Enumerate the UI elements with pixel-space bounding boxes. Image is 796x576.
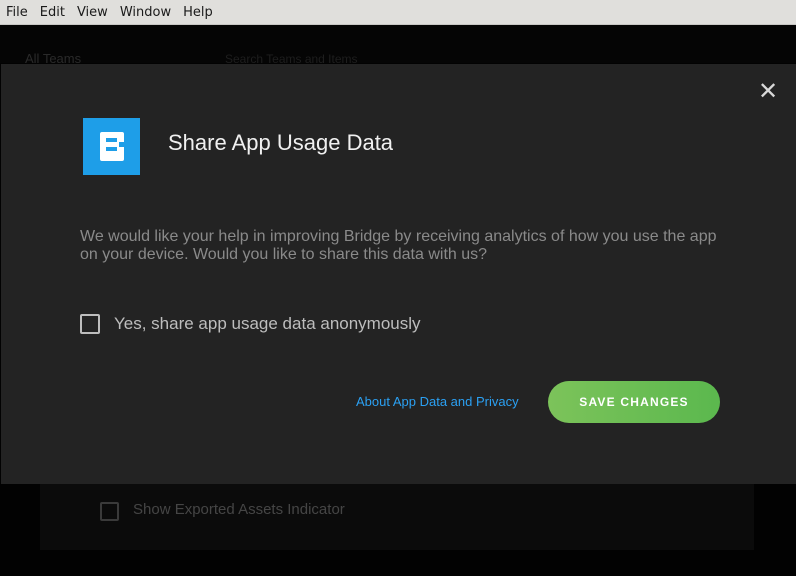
menu-view[interactable]: View [71,0,114,25]
share-usage-checkbox[interactable] [80,314,100,334]
menu-file[interactable]: File [0,0,34,25]
privacy-link[interactable]: About App Data and Privacy [356,394,519,409]
share-usage-label[interactable]: Yes, share app usage data anonymously [114,314,421,334]
close-icon[interactable]: ✕ [757,79,779,103]
save-changes-button[interactable]: SAVE CHANGES [548,381,720,423]
share-usage-dialog: ✕ Share App Usage Data We would like you… [1,64,796,484]
app-area: All Teams Search Teams and Items Show Ex… [0,25,796,576]
bridge-logo-icon [83,118,140,175]
menu-bar: File Edit View Window Help [0,0,796,25]
background-checkbox [100,502,119,521]
background-checkbox-label: Show Exported Assets Indicator [133,501,345,518]
menu-edit[interactable]: Edit [34,0,71,25]
background-header: All Teams Search Teams and Items [0,25,796,66]
menu-help[interactable]: Help [177,0,219,25]
share-usage-option[interactable]: Yes, share app usage data anonymously [80,313,421,335]
dialog-description: We would like your help in improving Bri… [80,228,717,263]
background-settings-panel: Show Exported Assets Indicator [40,484,754,550]
menu-window[interactable]: Window [114,0,177,25]
dialog-title: Share App Usage Data [168,130,394,155]
